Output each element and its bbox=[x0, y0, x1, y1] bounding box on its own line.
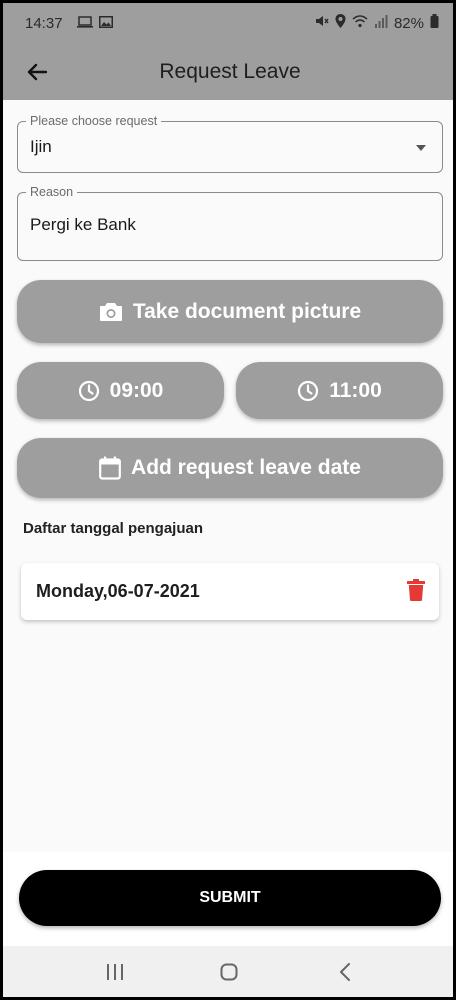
reason-field[interactable]: Reason Pergi ke Bank bbox=[17, 185, 443, 261]
status-time: 14:37 bbox=[25, 14, 63, 32]
system-nav-bar bbox=[3, 946, 453, 997]
page-title: Request Leave bbox=[159, 59, 301, 83]
status-bar-left: 14:37 bbox=[25, 15, 113, 32]
recent-apps-icon bbox=[107, 964, 123, 980]
app-bar: Request Leave bbox=[3, 43, 453, 100]
request-type-value: Ijin bbox=[30, 137, 52, 156]
status-bar: 14:37 82% bbox=[3, 3, 453, 43]
arrow-left-icon bbox=[27, 63, 47, 81]
start-time-button[interactable]: 09:00 bbox=[17, 362, 224, 419]
phone-frame: 14:37 82% Request Leave Please choose re… bbox=[0, 0, 456, 1000]
submit-button[interactable]: SUBMIT bbox=[19, 870, 441, 926]
request-type-dropdown[interactable]: Please choose request Ijin bbox=[17, 114, 443, 173]
add-date-label: Add request leave date bbox=[131, 456, 361, 479]
clock-icon bbox=[78, 380, 99, 401]
back-button[interactable] bbox=[23, 59, 51, 85]
clock-icon bbox=[298, 380, 319, 401]
wifi-icon bbox=[352, 14, 368, 32]
home-icon bbox=[220, 963, 238, 981]
list-item: Monday,06-07-2021 bbox=[21, 563, 439, 620]
signal-icon bbox=[374, 14, 388, 32]
home-button[interactable] bbox=[217, 960, 241, 984]
trash-icon bbox=[407, 579, 425, 601]
take-picture-label: Take document picture bbox=[132, 299, 362, 323]
camera-icon bbox=[99, 302, 122, 321]
location-icon bbox=[335, 14, 346, 32]
mute-icon bbox=[315, 14, 329, 32]
laptop-icon bbox=[76, 15, 93, 32]
calendar-icon bbox=[99, 456, 121, 480]
chevron-left-icon bbox=[340, 963, 350, 981]
dropdown-arrow-icon bbox=[416, 145, 426, 151]
reason-value: Pergi ke Bank bbox=[30, 215, 136, 234]
take-picture-button[interactable]: Take document picture bbox=[17, 280, 443, 343]
leave-date-text: Monday,06-07-2021 bbox=[36, 581, 200, 601]
bottom-action-area: SUBMIT bbox=[3, 852, 453, 946]
end-time-button[interactable]: 11:00 bbox=[236, 362, 443, 419]
recent-apps-button[interactable] bbox=[103, 960, 127, 984]
add-date-button[interactable]: Add request leave date bbox=[17, 438, 443, 498]
dates-section-title: Daftar tanggal pengajuan bbox=[23, 520, 204, 537]
delete-button[interactable] bbox=[407, 579, 425, 606]
battery-percent: 82% bbox=[393, 14, 424, 32]
battery-icon bbox=[430, 14, 439, 32]
image-icon bbox=[98, 15, 113, 32]
end-time-value: 11:00 bbox=[329, 378, 382, 402]
request-type-label: Please choose request bbox=[26, 114, 162, 128]
start-time-value: 09:00 bbox=[109, 378, 164, 402]
reason-label: Reason bbox=[26, 185, 78, 199]
back-nav-button[interactable] bbox=[333, 960, 357, 984]
form-content: Please choose request Ijin Reason Pergi … bbox=[3, 100, 453, 852]
status-bar-right: 82% bbox=[315, 14, 439, 32]
